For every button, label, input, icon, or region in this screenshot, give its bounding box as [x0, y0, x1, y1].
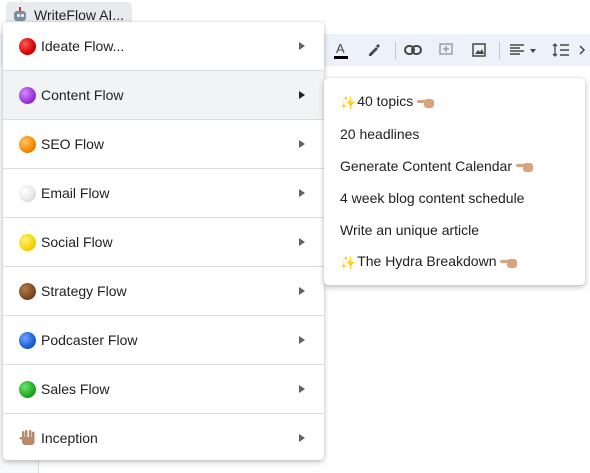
- red-circle-icon: [19, 37, 36, 55]
- svg-text:A: A: [336, 41, 345, 56]
- menu-item-ideate-flow[interactable]: Ideate Flow...: [3, 22, 324, 70]
- menu-item-social-flow[interactable]: Social Flow: [3, 218, 324, 266]
- green-circle-icon: [19, 380, 36, 398]
- line-spacing-icon[interactable]: [548, 34, 574, 66]
- pointing-left-icon: [500, 258, 518, 268]
- add-comment-icon[interactable]: [433, 34, 459, 66]
- menu-item-label: Strategy Flow: [41, 283, 127, 299]
- menu-item-label: Ideate Flow...: [41, 38, 125, 54]
- yellow-circle-icon: [19, 233, 36, 251]
- brown-circle-icon: [19, 282, 36, 300]
- menu-item-strategy-flow[interactable]: Strategy Flow: [3, 267, 324, 315]
- submenu-arrow-icon: [299, 140, 305, 148]
- submenu-item-label: Generate Content Calendar: [340, 158, 512, 174]
- submenu-item-label: 40 topics: [357, 93, 414, 110]
- menu-item-content-flow[interactable]: Content Flow: [3, 71, 324, 119]
- submenu-item-label: Write an unique article: [340, 222, 480, 238]
- writeflow-menu-label: WriteFlow AI...: [34, 7, 124, 23]
- text-color-icon[interactable]: A: [328, 34, 354, 66]
- pointing-left-icon: [417, 98, 435, 108]
- menu-item-label: Sales Flow: [41, 381, 110, 397]
- submenu-item-40-topics[interactable]: ✨40 topics: [324, 86, 585, 118]
- submenu-arrow-icon: [299, 238, 305, 246]
- submenu-item-label: 4 week blog content schedule: [340, 190, 525, 206]
- robot-icon: [12, 7, 28, 23]
- submenu-arrow-icon: [299, 91, 305, 99]
- content-flow-submenu: ✨40 topics 20 headlines Generate Content…: [324, 78, 585, 285]
- sparkles-icon: ✨: [340, 94, 357, 110]
- menu-item-label: Email Flow: [41, 185, 110, 201]
- highlight-pen-icon[interactable]: [361, 34, 387, 66]
- insert-image-icon[interactable]: [466, 34, 492, 66]
- menu-item-label: Social Flow: [41, 234, 113, 250]
- submenu-item-label: 20 headlines: [340, 126, 420, 142]
- submenu-arrow-icon: [299, 42, 305, 50]
- white-circle-icon: [19, 184, 36, 202]
- submenu-arrow-icon: [299, 385, 305, 393]
- submenu-arrow-icon: [299, 287, 305, 295]
- purple-circle-icon: [19, 86, 36, 104]
- more-icon[interactable]: [578, 34, 590, 66]
- pointing-left-icon: [516, 162, 534, 173]
- blue-circle-icon: [19, 331, 36, 349]
- orange-circle-icon: [19, 135, 36, 153]
- submenu-item-generate-content-calendar[interactable]: Generate Content Calendar: [324, 150, 585, 182]
- menu-item-inception[interactable]: Inception: [3, 414, 324, 460]
- submenu-item-20-headlines[interactable]: 20 headlines: [324, 118, 585, 150]
- align-left-icon[interactable]: [505, 34, 541, 66]
- sparkles-icon: ✨: [340, 254, 357, 270]
- submenu-item-hydra-breakdown[interactable]: ✨The Hydra Breakdown: [324, 246, 585, 278]
- menu-item-label: Inception: [41, 430, 98, 446]
- menu-item-email-flow[interactable]: Email Flow: [3, 169, 324, 217]
- vulcan-salute-icon: [19, 430, 35, 445]
- menu-item-label: Podcaster Flow: [41, 332, 138, 348]
- menu-item-sales-flow[interactable]: Sales Flow: [3, 365, 324, 413]
- submenu-item-label: The Hydra Breakdown: [357, 253, 497, 270]
- menu-item-label: SEO Flow: [41, 136, 105, 152]
- writeflow-dropdown-menu: Ideate Flow... Content Flow SEO Flow Ema…: [3, 22, 324, 460]
- menu-item-label: Content Flow: [41, 87, 124, 103]
- menu-item-seo-flow[interactable]: SEO Flow: [3, 120, 324, 168]
- link-icon[interactable]: [400, 34, 426, 66]
- submenu-item-4-week-schedule[interactable]: 4 week blog content schedule: [324, 182, 585, 214]
- menu-item-podcaster-flow[interactable]: Podcaster Flow: [3, 316, 324, 364]
- submenu-arrow-icon: [299, 336, 305, 344]
- submenu-arrow-icon: [299, 189, 305, 197]
- submenu-arrow-icon: [299, 434, 305, 442]
- submenu-item-write-unique-article[interactable]: Write an unique article: [324, 214, 585, 246]
